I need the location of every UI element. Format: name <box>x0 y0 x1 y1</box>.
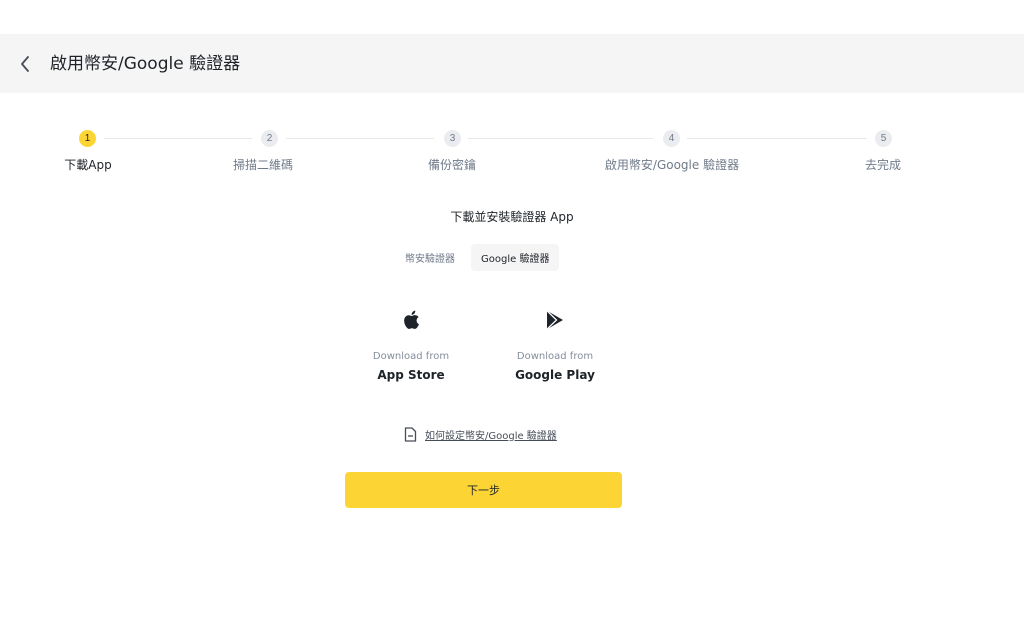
step-3-number: 3 <box>444 130 461 147</box>
store-from-label: Download from <box>516 351 594 362</box>
google-play-download[interactable]: Download from Google Play <box>495 306 615 382</box>
step-connector <box>687 138 867 139</box>
step-2-label: 掃描二維碼 <box>232 158 294 172</box>
page-header: 啟用幣安/Google 驗證器 <box>0 34 1024 93</box>
page-title: 啟用幣安/Google 驗證器 <box>50 54 241 74</box>
back-button[interactable] <box>14 51 36 77</box>
progress-stepper: 1 2 3 4 5 下載App 掃描二維碼 備份密鑰 啟用幣安/Google 驗… <box>0 128 1024 178</box>
next-step-button[interactable]: 下一步 <box>345 472 622 508</box>
step-2-number: 2 <box>261 130 278 147</box>
tab-binance-authenticator[interactable]: 幣安驗證器 <box>395 244 465 271</box>
howto-link-text[interactable]: 如何設定幣安/Google 驗證器 <box>425 427 557 442</box>
step-1-number: 1 <box>79 130 96 147</box>
step-4-number: 4 <box>663 130 680 147</box>
step-5-number: 5 <box>875 130 892 147</box>
howto-setup-link[interactable]: 如何設定幣安/Google 驗證器 <box>404 424 557 444</box>
chevron-left-icon <box>21 56 29 72</box>
app-store-download[interactable]: Download from App Store <box>351 306 471 382</box>
apple-icon <box>404 310 419 329</box>
store-name: Google Play <box>515 368 595 382</box>
section-subtitle: 下載並安裝驗證器 App <box>450 210 574 224</box>
step-connector <box>104 138 252 139</box>
authenticator-tabs: 幣安驗證器 Google 驗證器 <box>395 244 560 271</box>
document-icon <box>404 426 417 442</box>
step-5-label: 去完成 <box>864 158 902 172</box>
store-from-label: Download from <box>372 351 450 362</box>
tab-google-authenticator[interactable]: Google 驗證器 <box>471 244 560 271</box>
step-connector <box>286 138 434 139</box>
step-3-label: 備份密鑰 <box>427 158 477 172</box>
step-4-label: 啟用幣安/Google 驗證器 <box>604 158 740 172</box>
google-play-icon <box>546 310 563 330</box>
store-name: App Store <box>377 368 445 382</box>
step-1-label: 下載App <box>64 158 112 172</box>
step-connector <box>468 138 653 139</box>
